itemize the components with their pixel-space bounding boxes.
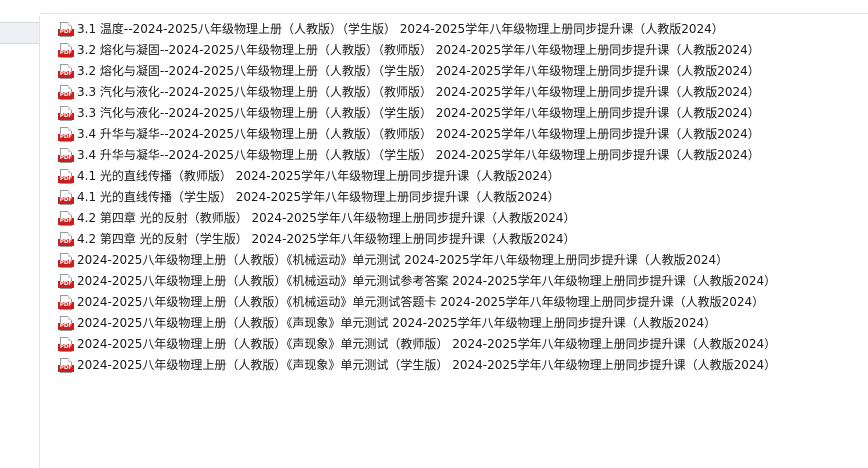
pdf-icon-label: PDF (58, 49, 74, 57)
pdf-file-icon: PDF (58, 168, 74, 185)
navigation-pane[interactable] (0, 0, 40, 468)
navigation-pane-selected-item[interactable] (0, 22, 39, 44)
file-list-item[interactable]: PDF 3.2 熔化与凝固--2024-2025八年级物理上册（人教版）（学生版… (58, 61, 863, 82)
file-list-item[interactable]: PDF 2024-2025八年级物理上册（人教版）《机械运动》单元测试参考答案 … (58, 271, 863, 292)
pdf-file-icon: PDF (58, 126, 74, 143)
pdf-icon-label: PDF (58, 175, 74, 183)
file-name: 2024-2025八年级物理上册（人教版）《机械运动》单元测试 2024-202… (77, 253, 729, 267)
file-name: 3.3 汽化与液化--2024-2025八年级物理上册（人教版）（教师版） 20… (77, 85, 760, 99)
file-name: 3.4 升华与凝华--2024-2025八年级物理上册（人教版）（学生版） 20… (77, 148, 760, 162)
file-name: 3.1 温度--2024-2025八年级物理上册（人教版）（学生版） 2024-… (77, 22, 724, 36)
file-list-item[interactable]: PDF 3.2 熔化与凝固--2024-2025八年级物理上册（人教版）（教师版… (58, 40, 863, 61)
navigation-pane-header (0, 0, 40, 16)
file-name: 2024-2025八年级物理上册（人教版）《声现象》单元测试（学生版） 2024… (77, 358, 777, 372)
file-name: 2024-2025八年级物理上册（人教版）《声现象》单元测试（教师版） 2024… (77, 337, 777, 351)
file-name: 3.4 升华与凝华--2024-2025八年级物理上册（人教版）（教师版） 20… (77, 127, 760, 141)
file-list-item[interactable]: PDF 3.4 升华与凝华--2024-2025八年级物理上册（人教版）（教师版… (58, 124, 863, 145)
pdf-file-icon: PDF (58, 210, 74, 227)
file-list-item[interactable]: PDF 4.1 光的直线传播（学生版） 2024-2025学年八年级物理上册同步… (58, 187, 863, 208)
file-list-item[interactable]: PDF 3.1 温度--2024-2025八年级物理上册（人教版）（学生版） 2… (58, 19, 863, 40)
pdf-icon-label: PDF (58, 280, 74, 288)
pdf-file-icon: PDF (58, 357, 74, 374)
file-list-item[interactable]: PDF 2024-2025八年级物理上册（人教版）《声现象》单元测试（学生版） … (58, 355, 863, 376)
pdf-icon-label: PDF (58, 238, 74, 246)
pdf-file-icon: PDF (58, 21, 74, 38)
file-list-item[interactable]: PDF 2024-2025八年级物理上册（人教版）《机械运动》单元测试答题卡 2… (58, 292, 863, 313)
pdf-file-icon: PDF (58, 252, 74, 269)
pdf-file-icon: PDF (58, 42, 74, 59)
pdf-icon-label: PDF (58, 343, 74, 351)
file-name: 3.2 熔化与凝固--2024-2025八年级物理上册（人教版）（学生版） 20… (77, 64, 760, 78)
pdf-icon-label: PDF (58, 301, 74, 309)
pdf-icon-label: PDF (58, 196, 74, 204)
pdf-icon-label: PDF (58, 364, 74, 372)
file-name: 4.1 光的直线传播（学生版） 2024-2025学年八年级物理上册同步提升课（… (77, 190, 560, 204)
column-header-strip (40, 0, 868, 14)
pdf-file-icon: PDF (58, 273, 74, 290)
file-list-item[interactable]: PDF 3.3 汽化与液化--2024-2025八年级物理上册（人教版）（学生版… (58, 103, 863, 124)
pdf-file-icon: PDF (58, 147, 74, 164)
pdf-file-icon: PDF (58, 294, 74, 311)
pdf-file-icon: PDF (58, 84, 74, 101)
pdf-file-icon: PDF (58, 231, 74, 248)
pdf-file-icon: PDF (58, 105, 74, 122)
pdf-file-icon: PDF (58, 315, 74, 332)
file-name: 4.2 第四章 光的反射（教师版） 2024-2025学年八年级物理上册同步提升… (77, 211, 576, 225)
file-list-item[interactable]: PDF 3.3 汽化与液化--2024-2025八年级物理上册（人教版）（教师版… (58, 82, 863, 103)
file-list-item[interactable]: PDF 2024-2025八年级物理上册（人教版）《声现象》单元测试（教师版） … (58, 334, 863, 355)
file-name: 2024-2025八年级物理上册（人教版）《声现象》单元测试 2024-2025… (77, 316, 717, 330)
file-list-item[interactable]: PDF 2024-2025八年级物理上册（人教版）《声现象》单元测试 2024-… (58, 313, 863, 334)
file-name: 4.2 第四章 光的反射（学生版） 2024-2025学年八年级物理上册同步提升… (77, 232, 576, 246)
file-list-item[interactable]: PDF 3.4 升华与凝华--2024-2025八年级物理上册（人教版）（学生版… (58, 145, 863, 166)
file-name: 3.3 汽化与液化--2024-2025八年级物理上册（人教版）（学生版） 20… (77, 106, 760, 120)
file-list: PDF 3.1 温度--2024-2025八年级物理上册（人教版）（学生版） 2… (58, 19, 863, 376)
pdf-icon-label: PDF (58, 322, 74, 330)
pdf-icon-label: PDF (58, 217, 74, 225)
pdf-file-icon: PDF (58, 189, 74, 206)
pdf-icon-label: PDF (58, 259, 74, 267)
file-list-item[interactable]: PDF 4.2 第四章 光的反射（教师版） 2024-2025学年八年级物理上册… (58, 208, 863, 229)
pdf-icon-label: PDF (58, 91, 74, 99)
file-list-item[interactable]: PDF 4.1 光的直线传播（教师版） 2024-2025学年八年级物理上册同步… (58, 166, 863, 187)
file-explorer-window: PDF 3.1 温度--2024-2025八年级物理上册（人教版）（学生版） 2… (0, 0, 868, 468)
file-list-item[interactable]: PDF 2024-2025八年级物理上册（人教版）《机械运动》单元测试 2024… (58, 250, 863, 271)
file-name: 4.1 光的直线传播（教师版） 2024-2025学年八年级物理上册同步提升课（… (77, 169, 560, 183)
pdf-file-icon: PDF (58, 63, 74, 80)
pdf-icon-label: PDF (58, 28, 74, 36)
file-list-item[interactable]: PDF 4.2 第四章 光的反射（学生版） 2024-2025学年八年级物理上册… (58, 229, 863, 250)
file-name: 3.2 熔化与凝固--2024-2025八年级物理上册（人教版）（教师版） 20… (77, 43, 760, 57)
pdf-icon-label: PDF (58, 154, 74, 162)
file-name: 2024-2025八年级物理上册（人教版）《机械运动》单元测试答题卡 2024-… (77, 295, 765, 309)
pdf-icon-label: PDF (58, 70, 74, 78)
file-name: 2024-2025八年级物理上册（人教版）《机械运动》单元测试参考答案 2024… (77, 274, 777, 288)
pdf-icon-label: PDF (58, 133, 74, 141)
pdf-file-icon: PDF (58, 336, 74, 353)
pdf-icon-label: PDF (58, 112, 74, 120)
